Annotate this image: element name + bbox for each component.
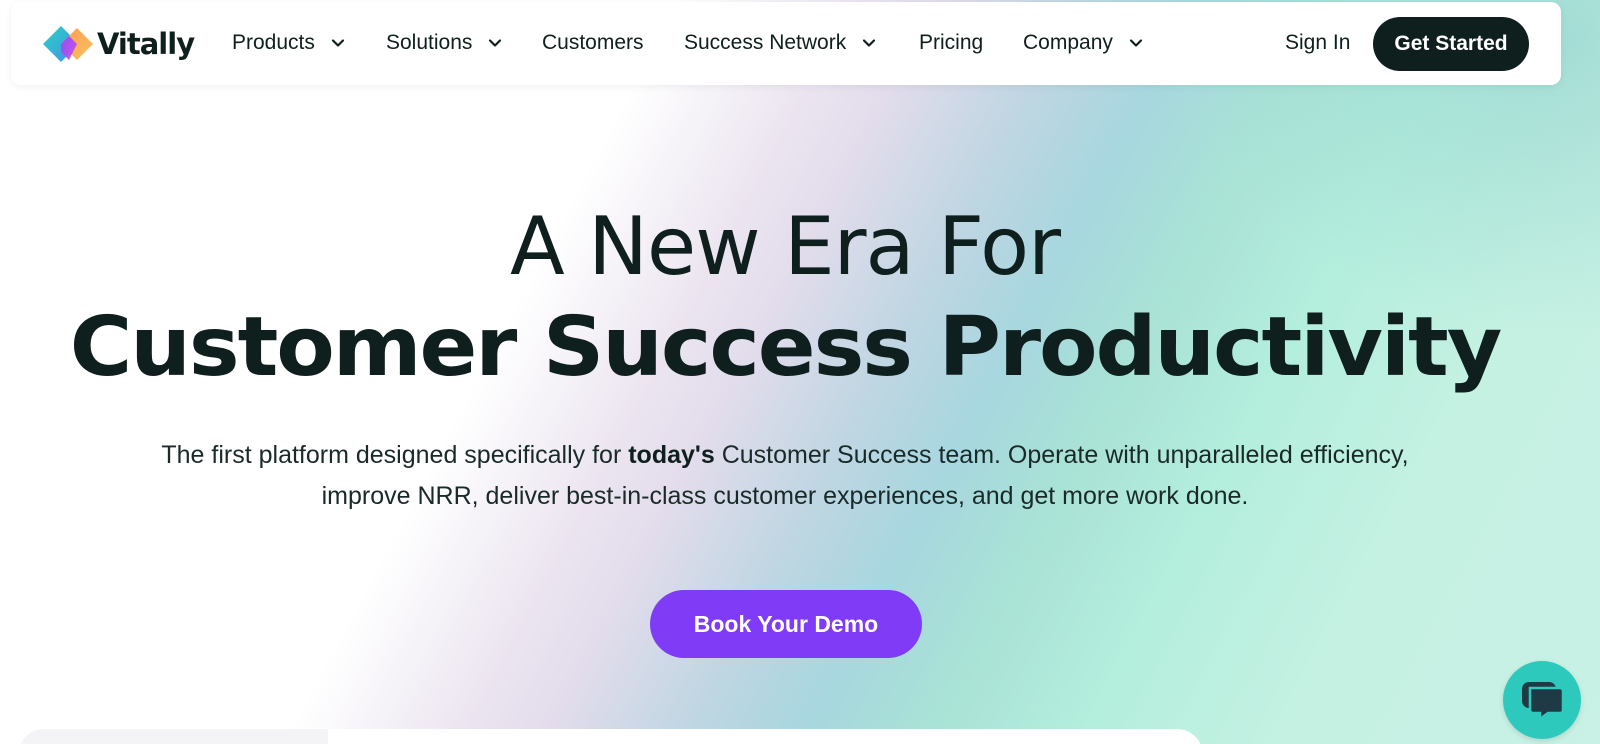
hero-sub-part1: The first platform designed specifically…	[161, 441, 629, 469]
nav-pricing[interactable]: Pricing	[919, 31, 983, 55]
chevron-down-icon	[489, 39, 502, 47]
hero-headline-line1: A New Era For	[510, 200, 1061, 293]
nav-company[interactable]: Company	[1023, 31, 1144, 55]
hero-headline-line2: Customer Success Productivity	[69, 300, 1503, 395]
nav-pricing-label: Pricing	[919, 31, 984, 54]
nav-success-network-label: Success Network	[684, 31, 847, 54]
hero-sub-emphasis: today's	[628, 441, 715, 469]
top-navbar: Vitally Products Solutions Customers Suc…	[11, 2, 1561, 85]
brand-logo[interactable]: Vitally	[41, 24, 195, 64]
nav-products[interactable]: Products	[232, 31, 346, 55]
nav-company-label: Company	[1023, 31, 1113, 54]
nav-products-label: Products	[232, 31, 315, 54]
chat-widget-button[interactable]	[1503, 661, 1581, 739]
chevron-down-icon	[863, 39, 876, 47]
nav-success-network[interactable]: Success Network	[684, 31, 877, 55]
book-demo-button[interactable]: Book Your Demo	[650, 590, 922, 658]
product-preview-card	[18, 729, 1203, 744]
vitally-logo-icon	[43, 26, 93, 62]
nav-customers[interactable]: Customers	[542, 31, 644, 55]
sign-in-link[interactable]: Sign In	[1285, 31, 1350, 55]
chevron-down-icon	[1129, 39, 1142, 47]
nav-customers-label: Customers	[542, 31, 644, 54]
nav-solutions[interactable]: Solutions	[386, 31, 503, 55]
nav-solutions-label: Solutions	[386, 31, 473, 54]
get-started-button[interactable]: Get Started	[1373, 17, 1529, 71]
product-preview-sidebar	[18, 729, 328, 744]
chevron-down-icon	[331, 39, 344, 47]
brand-name: Vitally	[97, 27, 195, 61]
chat-bubble-icon	[1522, 682, 1564, 720]
hero-subheading: The first platform designed specifically…	[150, 435, 1420, 517]
